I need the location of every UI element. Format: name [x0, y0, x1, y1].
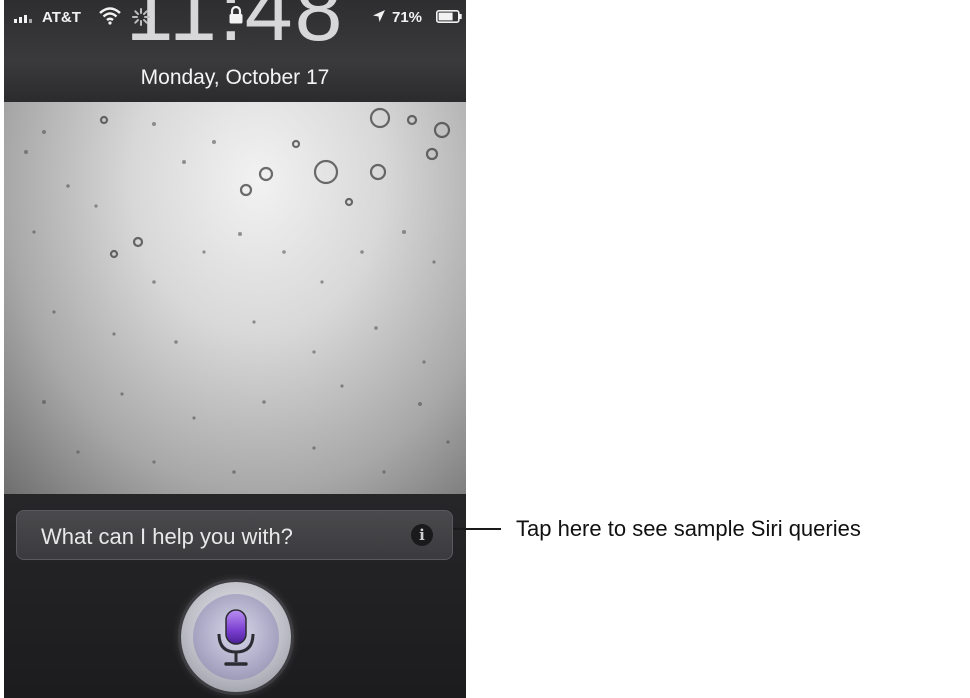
info-icon[interactable]: i	[411, 524, 433, 546]
signal-icon	[14, 11, 36, 23]
siri-prompt-text: What can I help you with?	[41, 524, 293, 549]
lock-icon	[229, 6, 243, 24]
activity-icon	[132, 8, 150, 26]
location-icon	[373, 10, 385, 22]
battery-icon	[436, 10, 462, 23]
siri-panel: What can I help you with? i	[4, 494, 466, 698]
callout-label: Tap here to see sample Siri queries	[516, 516, 861, 541]
siri-prompt-bubble: What can I help you with? i	[16, 510, 453, 560]
iphone-screen: 11:48 AT&T 71% Monday, October 17 What c…	[4, 0, 466, 698]
callout-leader-line	[453, 528, 501, 530]
carrier-name: AT&T	[42, 9, 81, 26]
wifi-icon	[99, 7, 121, 25]
status-bar: AT&T 71%	[4, 0, 466, 34]
microphone-button-inner	[193, 594, 279, 680]
battery-percentage: 71%	[392, 9, 423, 26]
water-drops-pattern	[24, 107, 451, 474]
microphone-icon	[217, 609, 255, 666]
lock-screen-date: Monday, October 17	[140, 66, 330, 89]
siri-microphone-button[interactable]	[181, 582, 291, 692]
lock-screen-header: 11:48 AT&T 71% Monday, October 17	[4, 0, 466, 102]
water-drops-wallpaper	[4, 102, 466, 494]
